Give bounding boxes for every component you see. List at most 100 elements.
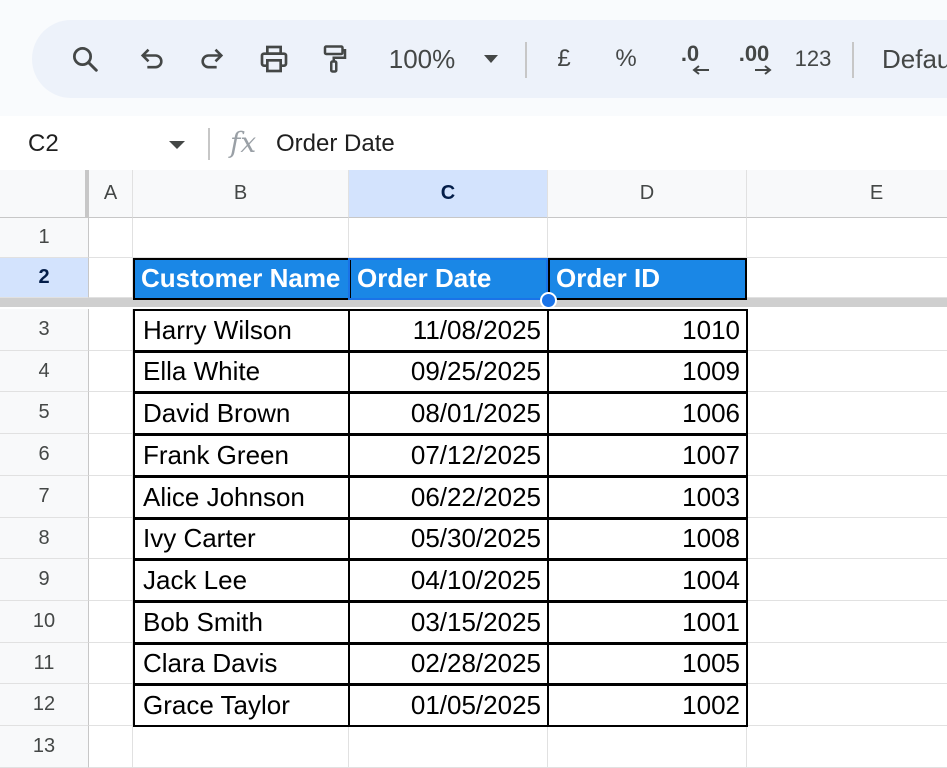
row-header-5[interactable]: 5	[0, 392, 89, 434]
formula-input[interactable]: Order Date	[276, 130, 395, 158]
table-cell-order-date[interactable]: 06/22/2025	[348, 476, 549, 519]
column-header-d[interactable]: D	[548, 170, 747, 218]
paint-format-button[interactable]	[306, 20, 364, 98]
cell[interactable]	[747, 218, 947, 258]
cell[interactable]	[89, 351, 133, 392]
cell[interactable]	[89, 392, 133, 434]
cell[interactable]	[89, 476, 133, 518]
chevron-down-icon[interactable]	[168, 140, 186, 150]
table-cell-customer-name[interactable]: Jack Lee	[133, 559, 350, 602]
table-cell-order-id[interactable]: 1004	[547, 559, 748, 602]
cell[interactable]	[89, 309, 133, 351]
decrease-decimal-button[interactable]: .0	[662, 20, 718, 98]
cell[interactable]	[89, 684, 133, 726]
table-cell-order-id[interactable]: 1006	[547, 392, 748, 435]
cell[interactable]	[747, 351, 947, 392]
row-header-9[interactable]: 9	[0, 559, 89, 601]
name-box[interactable]: C2	[28, 130, 59, 158]
cell[interactable]	[89, 518, 133, 559]
table-cell-order-id[interactable]: 1003	[547, 476, 748, 519]
cell[interactable]	[89, 726, 133, 768]
table-cell-order-date[interactable]: 02/28/2025	[348, 643, 549, 685]
table-cell-customer-name[interactable]: Grace Taylor	[133, 684, 350, 727]
row-header-10[interactable]: 10	[0, 601, 89, 643]
cell[interactable]	[747, 309, 947, 351]
row-header-13[interactable]: 13	[0, 726, 89, 768]
table-cell-customer-name[interactable]: Ella White	[133, 351, 350, 393]
table-cell-customer-name[interactable]: Bob Smith	[133, 601, 350, 644]
cell[interactable]	[747, 684, 947, 726]
select-all-corner[interactable]	[0, 170, 89, 218]
sheet-grid[interactable]: A B C D E 1 2 3 4 5 6 7 8 9 10 11 12 13 Customer Name Order…	[0, 168, 947, 768]
cell[interactable]	[548, 726, 747, 768]
table-cell-customer-name[interactable]: Harry Wilson	[133, 309, 350, 352]
column-header-a[interactable]: A	[89, 170, 133, 218]
fill-handle[interactable]	[540, 292, 557, 309]
cell[interactable]	[747, 434, 947, 476]
table-cell-order-id[interactable]: 1010	[547, 309, 748, 352]
row-header-3[interactable]: 3	[0, 309, 89, 351]
table-header-cell[interactable]: Order ID	[548, 258, 747, 300]
row-header-1[interactable]: 1	[0, 218, 89, 258]
table-cell-order-date[interactable]: 04/10/2025	[348, 559, 549, 602]
table-cell-order-date[interactable]: 11/08/2025	[348, 309, 549, 352]
cell[interactable]	[133, 218, 349, 258]
cell[interactable]	[89, 218, 133, 258]
font-select[interactable]: Defau	[882, 20, 947, 98]
row-header-11[interactable]: 11	[0, 643, 89, 684]
table-cell-order-id[interactable]: 1005	[547, 643, 748, 685]
row-header-6[interactable]: 6	[0, 434, 89, 476]
row-header-12[interactable]: 12	[0, 684, 89, 726]
row-header-7[interactable]: 7	[0, 476, 89, 518]
cell[interactable]	[89, 434, 133, 476]
print-button[interactable]	[246, 20, 302, 98]
cell[interactable]	[89, 601, 133, 643]
cell[interactable]	[89, 643, 133, 684]
table-cell-order-date[interactable]: 09/25/2025	[348, 351, 549, 393]
cell[interactable]	[747, 392, 947, 434]
cell[interactable]	[747, 258, 947, 298]
increase-decimal-button[interactable]: .00	[726, 20, 782, 98]
column-header-b[interactable]: B	[133, 170, 349, 218]
cell[interactable]	[747, 559, 947, 601]
table-cell-order-id[interactable]: 1001	[547, 601, 748, 644]
table-cell-customer-name[interactable]: Alice Johnson	[133, 476, 350, 519]
table-cell-order-id[interactable]: 1007	[547, 434, 748, 477]
table-cell-customer-name[interactable]: Ivy Carter	[133, 518, 350, 560]
cell[interactable]	[747, 643, 947, 684]
cell[interactable]	[747, 601, 947, 643]
undo-button[interactable]	[124, 20, 180, 98]
table-cell-order-date[interactable]: 05/30/2025	[348, 518, 549, 560]
table-cell-order-id[interactable]: 1002	[547, 684, 748, 727]
column-header-c[interactable]: C	[349, 170, 548, 218]
row-header-4[interactable]: 4	[0, 351, 89, 392]
format-percent-button[interactable]: %	[602, 20, 650, 98]
cell[interactable]	[747, 518, 947, 559]
cell[interactable]	[548, 218, 747, 258]
table-cell-customer-name[interactable]: David Brown	[133, 392, 350, 435]
cell[interactable]	[349, 726, 548, 768]
table-cell-customer-name[interactable]: Frank Green	[133, 434, 350, 477]
table-header-cell[interactable]: Customer Name	[133, 258, 350, 300]
table-cell-order-id[interactable]: 1008	[547, 518, 748, 560]
cell[interactable]	[349, 218, 548, 258]
table-cell-order-id[interactable]: 1009	[547, 351, 748, 393]
cell[interactable]	[89, 258, 133, 298]
table-cell-order-date[interactable]: 08/01/2025	[348, 392, 549, 435]
zoom-select[interactable]: 100%	[374, 20, 514, 98]
table-cell-order-date[interactable]: 07/12/2025	[348, 434, 549, 477]
cell[interactable]	[747, 726, 947, 768]
cell[interactable]	[133, 726, 349, 768]
table-cell-order-date[interactable]: 01/05/2025	[348, 684, 549, 727]
row-header-2[interactable]: 2	[0, 258, 89, 298]
redo-button[interactable]	[184, 20, 240, 98]
format-currency-button[interactable]: £	[542, 20, 586, 98]
table-cell-customer-name[interactable]: Clara Davis	[133, 643, 350, 685]
column-header-e[interactable]: E	[747, 170, 947, 218]
more-formats-button[interactable]: 123	[784, 20, 842, 98]
cell[interactable]	[747, 476, 947, 518]
row-header-8[interactable]: 8	[0, 518, 89, 559]
search-menus-button[interactable]	[54, 20, 116, 98]
cell[interactable]	[89, 559, 133, 601]
table-cell-order-date[interactable]: 03/15/2025	[348, 601, 549, 644]
